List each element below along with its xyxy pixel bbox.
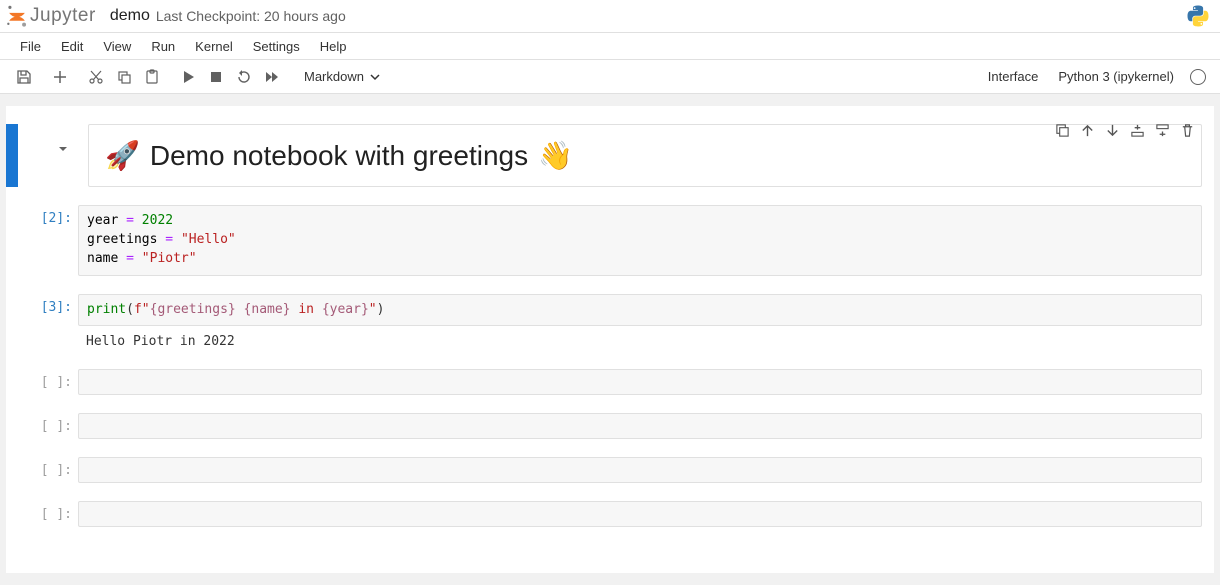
cell-markdown[interactable]: 🚀 Demo notebook with greetings 👋	[6, 122, 1214, 189]
markdown-rendered[interactable]: 🚀 Demo notebook with greetings 👋	[88, 124, 1202, 187]
copy-button[interactable]	[110, 63, 138, 91]
cell-type-selector[interactable]: Markdown	[298, 67, 387, 86]
duplicate-cell-button[interactable]	[1055, 123, 1070, 141]
jupyter-logo[interactable]: Jupyter	[6, 5, 96, 27]
save-button[interactable]	[10, 63, 38, 91]
cell-selection-bar	[6, 205, 18, 276]
menu-settings[interactable]: Settings	[243, 35, 310, 58]
code-input[interactable]: year = 2022 greetings = "Hello" name = "…	[78, 205, 1202, 276]
save-icon	[16, 69, 32, 85]
restart-icon	[236, 69, 252, 85]
cell-selection-bar	[6, 501, 18, 527]
cell-selection-bar	[6, 413, 18, 439]
code-input[interactable]	[78, 369, 1202, 395]
copy-icon	[116, 69, 132, 85]
kernel-status-indicator[interactable]	[1190, 69, 1206, 85]
run-button[interactable]	[174, 63, 202, 91]
prompt: [ ]:	[18, 457, 78, 478]
cut-button[interactable]	[82, 63, 110, 91]
menubar: File Edit View Run Kernel Settings Help	[0, 32, 1220, 60]
cell-code[interactable]: [2]: year = 2022 greetings = "Hello" nam…	[6, 203, 1214, 278]
notebook-name[interactable]: demo	[110, 7, 150, 25]
prompt: [ ]:	[18, 501, 78, 522]
toolbar: Markdown Interface Python 3 (ipykernel)	[0, 60, 1220, 94]
fast-forward-icon	[264, 69, 280, 85]
menu-help[interactable]: Help	[310, 35, 357, 58]
collapse-column	[18, 124, 78, 159]
menu-edit[interactable]: Edit	[51, 35, 93, 58]
code-input[interactable]	[78, 457, 1202, 483]
checkpoint-text: Last Checkpoint: 20 hours ago	[156, 8, 346, 24]
cell-output: Hello Piotr in 2022	[78, 326, 1202, 351]
cell-selection-bar	[6, 294, 18, 352]
scissors-icon	[88, 69, 104, 85]
delete-cell-button[interactable]	[1180, 123, 1195, 141]
menu-run[interactable]: Run	[141, 35, 185, 58]
menu-kernel[interactable]: Kernel	[185, 35, 243, 58]
clipboard-icon	[144, 69, 160, 85]
cell-code[interactable]: [ ]:	[6, 499, 1214, 529]
code-input[interactable]	[78, 413, 1202, 439]
move-cell-down-button[interactable]	[1105, 123, 1120, 141]
add-cell-button[interactable]	[46, 63, 74, 91]
cell-code[interactable]: [ ]:	[6, 455, 1214, 485]
code-input[interactable]	[78, 501, 1202, 527]
heading-text: Demo notebook with greetings	[150, 140, 528, 172]
insert-below-icon	[1155, 123, 1170, 138]
move-cell-up-button[interactable]	[1080, 123, 1095, 141]
cell-toolbar	[1055, 123, 1195, 141]
notebook-page: 🚀 Demo notebook with greetings 👋 [2]: ye…	[6, 106, 1214, 573]
wave-emoji: 👋	[538, 139, 573, 172]
markdown-heading: 🚀 Demo notebook with greetings 👋	[105, 139, 1185, 172]
cell-selection-bar	[6, 369, 18, 395]
chevron-down-icon	[56, 142, 70, 156]
cell-type-label: Markdown	[304, 69, 364, 84]
insert-above-icon	[1130, 123, 1145, 138]
jupyter-logo-text: Jupyter	[30, 5, 96, 27]
duplicate-icon	[1055, 123, 1070, 138]
header: Jupyter demo Last Checkpoint: 20 hours a…	[0, 0, 1220, 32]
menu-file[interactable]: File	[10, 35, 51, 58]
prompt: [ ]:	[18, 413, 78, 434]
stop-icon	[208, 69, 224, 85]
collapse-heading-button[interactable]	[56, 142, 70, 159]
cell-selection-bar	[6, 124, 18, 187]
arrow-up-icon	[1080, 123, 1095, 138]
code-input[interactable]: print(f"{greetings} {name} in {year}")	[78, 294, 1202, 327]
insert-cell-above-button[interactable]	[1130, 123, 1145, 141]
plus-icon	[52, 69, 68, 85]
play-icon	[180, 69, 196, 85]
paste-button[interactable]	[138, 63, 166, 91]
cell-code[interactable]: [3]: print(f"{greetings} {name} in {year…	[6, 292, 1214, 354]
chevron-down-icon	[369, 71, 381, 83]
rocket-emoji: 🚀	[105, 139, 140, 172]
cell-code[interactable]: [ ]:	[6, 367, 1214, 397]
cell-selection-bar	[6, 457, 18, 483]
prompt: [2]:	[18, 205, 78, 226]
prompt: [ ]:	[18, 369, 78, 390]
interface-button[interactable]: Interface	[978, 69, 1049, 84]
prompt: [3]:	[18, 294, 78, 315]
kernel-name[interactable]: Python 3 (ipykernel)	[1048, 69, 1184, 84]
jupyter-planet-icon	[6, 5, 28, 27]
run-all-button[interactable]	[258, 63, 286, 91]
notebook-background: 🚀 Demo notebook with greetings 👋 [2]: ye…	[0, 94, 1220, 585]
restart-button[interactable]	[230, 63, 258, 91]
cell-code[interactable]: [ ]:	[6, 411, 1214, 441]
python-logo-icon	[1186, 4, 1210, 28]
arrow-down-icon	[1105, 123, 1120, 138]
stop-button[interactable]	[202, 63, 230, 91]
trash-icon	[1180, 123, 1195, 138]
insert-cell-below-button[interactable]	[1155, 123, 1170, 141]
menu-view[interactable]: View	[93, 35, 141, 58]
